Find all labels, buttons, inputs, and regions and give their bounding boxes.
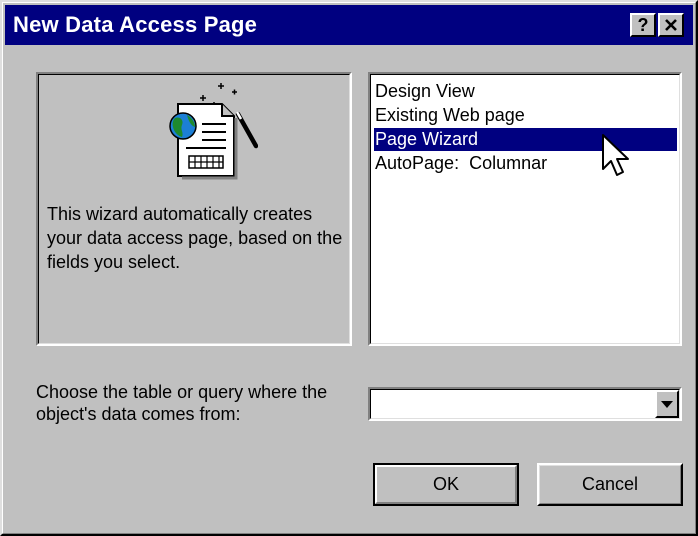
title-bar[interactable]: New Data Access Page ? — [5, 5, 693, 45]
source-label: Choose the table or query where the obje… — [36, 382, 328, 424]
cancel-button-label: Cancel — [581, 474, 639, 494]
close-button[interactable] — [658, 13, 684, 37]
new-data-access-page-dialog: New Data Access Page ? This wizard autom… — [0, 0, 698, 536]
view-options-list[interactable]: Design View Existing Web page Page Wizar… — [368, 72, 682, 346]
source-dropdown-button[interactable] — [655, 390, 679, 418]
list-item-existing-web-page[interactable]: Existing Web page — [374, 104, 525, 127]
chevron-down-icon — [661, 401, 673, 408]
ok-button-label: OK — [432, 474, 459, 494]
source-combobox[interactable] — [368, 387, 682, 421]
page-wizard-icon — [169, 83, 258, 180]
help-icon: ? — [637, 15, 649, 35]
list-item-page-wizard[interactable]: Page Wizard — [374, 128, 677, 151]
wizard-preview-panel: This wizard automatically creates your d… — [36, 72, 352, 346]
mouse-cursor-icon — [602, 134, 629, 176]
ok-button[interactable]: OK — [373, 463, 519, 506]
list-item-design-view[interactable]: Design View — [374, 80, 475, 103]
wizard-description: This wizard automatically creates your d… — [47, 204, 343, 272]
close-icon — [665, 19, 677, 31]
dialog-title: New Data Access Page — [13, 12, 258, 37]
cancel-button[interactable]: Cancel — [537, 463, 683, 506]
help-button[interactable]: ? — [630, 13, 656, 37]
list-item-autopage-columnar[interactable]: AutoPage: Columnar — [374, 152, 547, 175]
